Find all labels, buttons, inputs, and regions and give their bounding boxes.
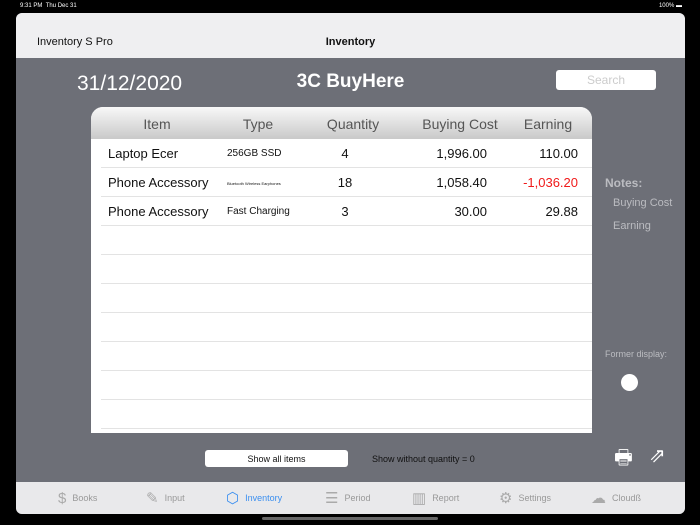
table-row[interactable]: Laptop Ecer 256GB SSD 4 1,996.00 110.00: [101, 139, 592, 168]
tab-settings[interactable]: ⚙ Settings: [499, 482, 551, 514]
cell-quantity: 3: [341, 204, 349, 219]
cell-type: Bluetooth Wireless Earphones: [227, 181, 281, 186]
cell-earning: 110.00: [539, 146, 578, 161]
cell-item: Phone Accessory: [108, 204, 209, 219]
col-earning[interactable]: Earning: [524, 116, 572, 132]
search-input[interactable]: [556, 70, 656, 90]
cell-earning: 29.88: [545, 204, 578, 219]
app-window: Inventory S Pro Inventory 31/12/2020 3C …: [16, 13, 685, 514]
bar-chart-icon: ▥: [412, 490, 427, 507]
tab-books[interactable]: $ Books: [58, 482, 97, 514]
empty-row: [101, 342, 592, 371]
col-quantity[interactable]: Quantity: [327, 116, 379, 132]
col-buying-cost[interactable]: Buying Cost: [422, 116, 497, 132]
col-type[interactable]: Type: [243, 116, 273, 132]
cell-quantity: 4: [341, 146, 349, 161]
former-display-toggle[interactable]: [621, 374, 638, 391]
tab-cloud[interactable]: ☁ Cloudß: [591, 482, 641, 514]
note-earning: Earning: [613, 220, 651, 232]
show-without-quantity-toggle[interactable]: Show without quantity = 0: [372, 454, 475, 464]
edit-icon: ✎: [146, 490, 159, 507]
empty-row: [101, 226, 592, 255]
empty-row: [101, 371, 592, 400]
tab-report[interactable]: ▥ Report: [412, 482, 459, 514]
tab-input[interactable]: ✎ Input: [146, 482, 185, 514]
empty-row: [101, 400, 592, 429]
status-time: 9:31 PM Thu Dec 31: [20, 3, 77, 9]
cell-item: Phone Accessory: [108, 175, 209, 190]
cell-cost: 1,996.00: [436, 146, 487, 161]
share-icon[interactable]: ⇗: [649, 443, 666, 468]
page-title: Inventory: [325, 36, 376, 48]
tab-bar: $ Books ✎ Input ⬡ Inventory ☰ Period ▥ Report…: [16, 482, 685, 514]
empty-row: [101, 313, 592, 342]
cell-type: Fast Charging: [227, 206, 290, 217]
nav-bar: Inventory S Pro Inventory: [16, 13, 685, 58]
box-icon: ⬡: [226, 490, 240, 507]
cell-item: Laptop Ecer: [108, 146, 179, 161]
status-battery: 100% ▬: [658, 3, 682, 9]
empty-row: [101, 255, 592, 284]
former-display-label: Former display:: [605, 349, 668, 359]
inventory-table: Item Type Quantity Buying Cost Earning L…: [91, 107, 592, 433]
home-indicator: [262, 517, 438, 520]
dollar-doc-icon: $: [58, 489, 67, 507]
gear-icon: ⚙: [499, 490, 513, 507]
clipboard-icon: ☰: [325, 490, 339, 507]
print-icon[interactable]: 🖶: [614, 443, 633, 477]
col-item[interactable]: Item: [143, 116, 170, 132]
status-bar: 9:31 PM Thu Dec 31 100% ▬: [0, 0, 700, 12]
tab-inventory[interactable]: ⬡ Inventory: [226, 482, 282, 514]
cell-cost: 1,058.40: [436, 175, 487, 190]
cell-cost: 30.00: [454, 204, 487, 219]
cell-earning: -1,036.20: [523, 175, 578, 190]
table-row[interactable]: Phone Accessory Fast Charging 3 30.00 29…: [101, 197, 592, 226]
table-row[interactable]: Phone Accessory Bluetooth Wireless Earph…: [101, 168, 592, 197]
note-buying-cost: Buying Cost: [613, 197, 673, 209]
cell-quantity: 18: [337, 175, 353, 190]
notes-title: Notes:: [605, 176, 643, 190]
table-header: Item Type Quantity Buying Cost Earning: [91, 107, 592, 139]
show-all-items-button[interactable]: Show all items: [205, 450, 348, 467]
empty-row: [101, 284, 592, 313]
tab-period[interactable]: ☰ Period: [325, 482, 370, 514]
cell-type: 256GB SSD: [227, 148, 282, 159]
cloud-icon: ☁: [591, 490, 606, 507]
